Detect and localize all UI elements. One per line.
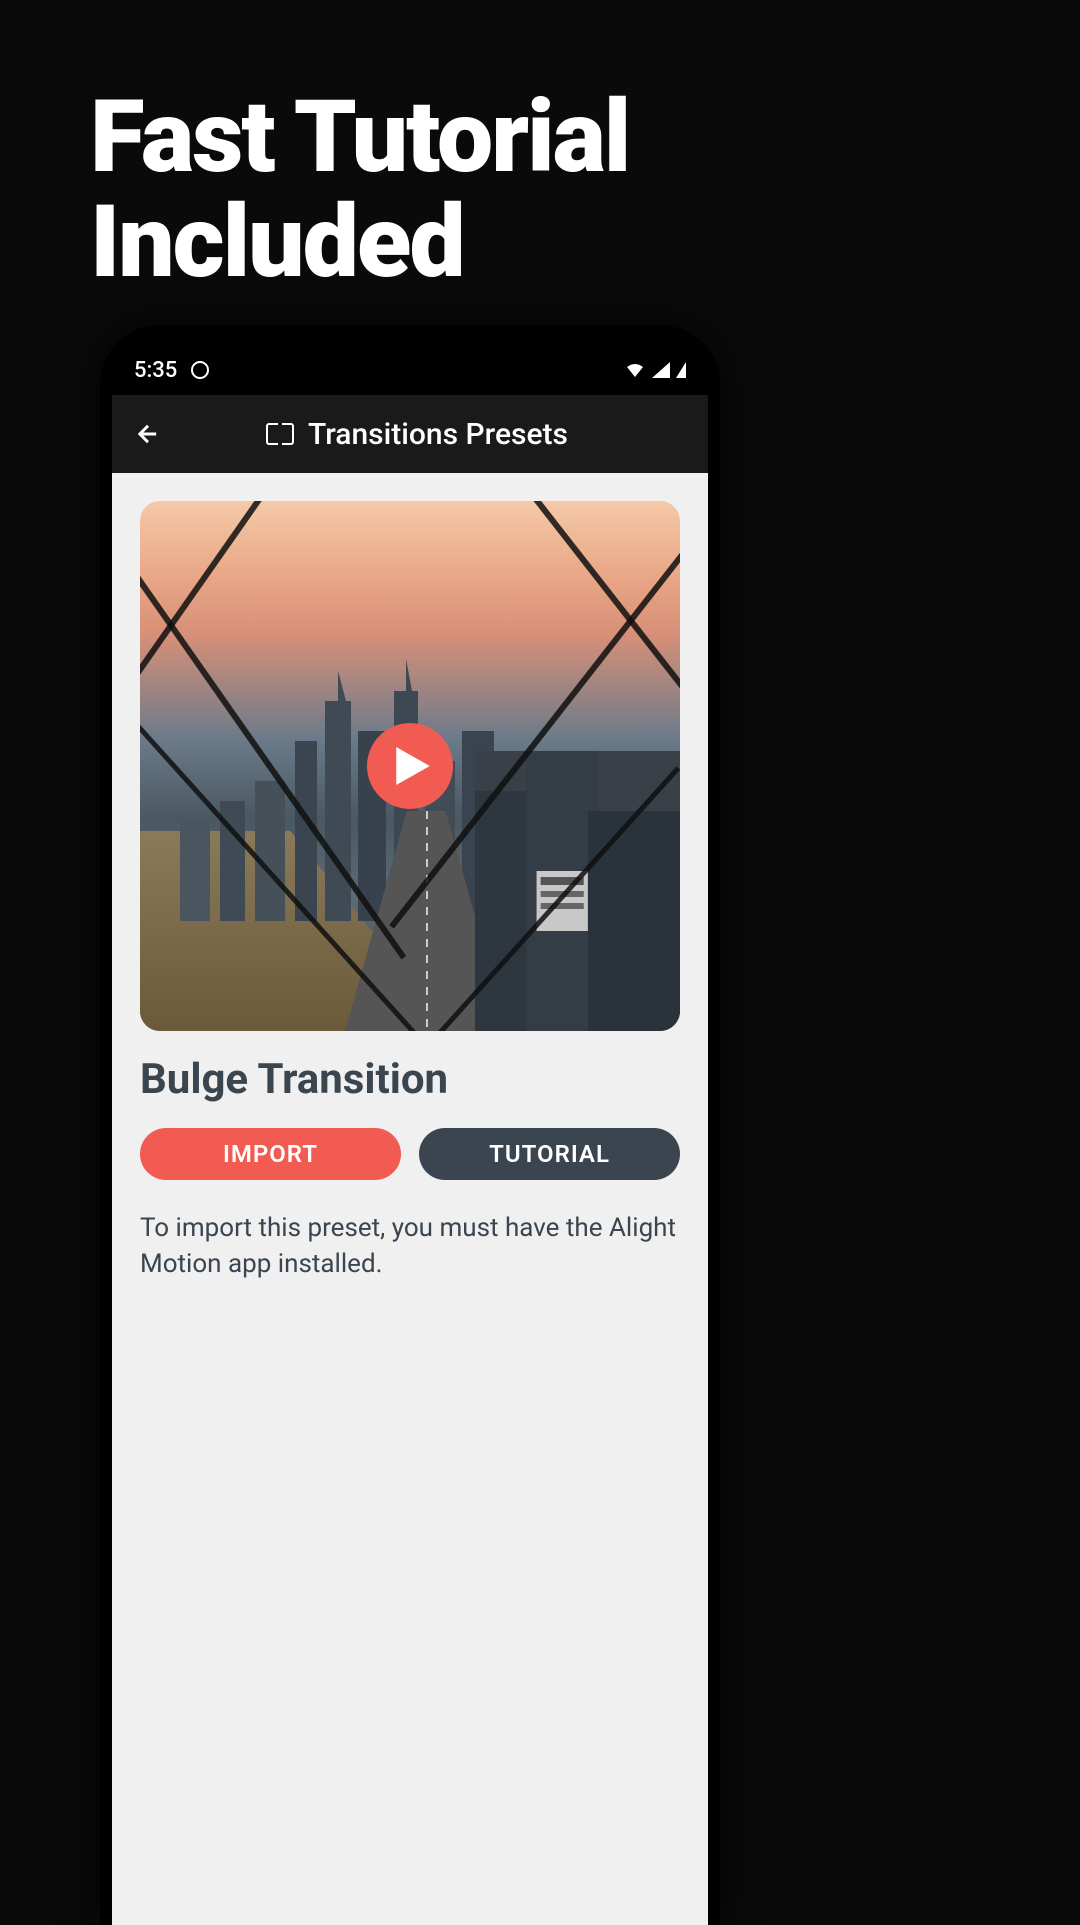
- play-icon: [396, 747, 430, 785]
- tutorial-button[interactable]: TUTORIAL: [419, 1128, 680, 1180]
- app-bar-title: Transitions Presets: [308, 417, 568, 452]
- preset-title: Bulge Transition: [140, 1055, 680, 1104]
- status-bar: 5:35: [112, 345, 708, 395]
- content-area: Bulge Transition IMPORT TUTORIAL To impo…: [112, 473, 708, 1925]
- preset-video-thumbnail[interactable]: [140, 501, 680, 1031]
- status-right: [624, 361, 686, 379]
- back-button[interactable]: [132, 418, 164, 450]
- promo-heading-line2: Included: [90, 190, 629, 295]
- phone-frame: 5:35 Transitions Presets: [100, 325, 720, 1925]
- import-button[interactable]: IMPORT: [140, 1128, 401, 1180]
- info-text: To import this preset, you must have the…: [140, 1210, 680, 1283]
- buildings-right-decor: [475, 751, 680, 1031]
- button-row: IMPORT TUTORIAL: [140, 1128, 680, 1180]
- promo-heading: Fast Tutorial Included: [90, 85, 629, 295]
- wifi-icon: [624, 361, 646, 379]
- status-left: 5:35: [134, 358, 209, 383]
- phone-screen: 5:35 Transitions Presets: [112, 345, 708, 1925]
- status-app-icon: [191, 361, 209, 379]
- battery-icon: [676, 362, 686, 378]
- promo-heading-line1: Fast Tutorial: [90, 85, 629, 190]
- app-bar: Transitions Presets: [112, 395, 708, 473]
- play-button[interactable]: [367, 723, 453, 809]
- app-bar-title-wrap: Transitions Presets: [182, 417, 652, 452]
- status-time: 5:35: [134, 358, 177, 383]
- presets-icon: [266, 423, 294, 445]
- arrow-left-icon: [134, 420, 162, 448]
- signal-icon: [652, 362, 670, 378]
